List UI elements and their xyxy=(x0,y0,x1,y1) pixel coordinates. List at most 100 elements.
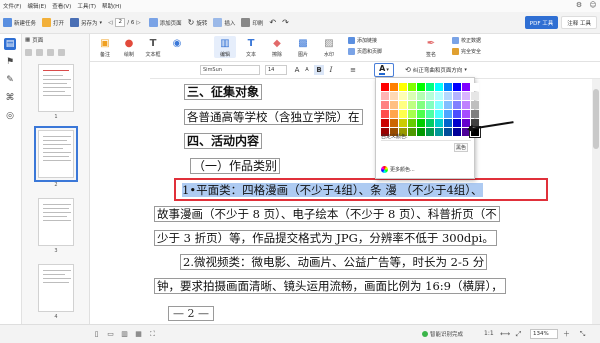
watermark-tool[interactable]: ▨ 水印 xyxy=(318,36,340,59)
thumb-tool-icon[interactable] xyxy=(36,48,43,56)
zoom-in-icon[interactable]: ＋ xyxy=(562,330,571,339)
layers-icon[interactable]: ◎ xyxy=(4,110,16,122)
italic-icon[interactable]: I xyxy=(326,65,336,75)
color-swatch[interactable] xyxy=(408,128,416,136)
thumb-tool-icon[interactable] xyxy=(58,48,65,56)
color-swatch[interactable] xyxy=(444,92,452,100)
menu-view[interactable]: 查看(V) xyxy=(52,2,71,10)
color-swatch[interactable] xyxy=(381,101,389,109)
font-grow-icon[interactable]: A xyxy=(292,65,302,75)
textbox-tool[interactable]: T 文本框 xyxy=(142,36,164,59)
next-page-icon[interactable]: ▷ xyxy=(136,20,140,26)
font-color-button[interactable]: A ▾ xyxy=(374,63,394,77)
page-thumbnail-1[interactable] xyxy=(38,64,74,112)
color-swatch[interactable] xyxy=(462,101,470,109)
color-swatch[interactable] xyxy=(444,83,452,91)
save-as-button[interactable]: 另存为 ▾ xyxy=(70,18,102,27)
fit-page-icon[interactable]: ⤢ xyxy=(514,330,523,339)
grid-view-icon[interactable]: ▦ xyxy=(134,330,143,339)
color-swatch[interactable] xyxy=(408,92,416,100)
color-swatch[interactable] xyxy=(462,110,470,118)
paragraph-applicants[interactable]: 各普通高等学校（含独立学院）在 xyxy=(184,109,363,125)
color-swatch[interactable] xyxy=(390,92,398,100)
color-swatch[interactable] xyxy=(471,110,479,118)
note-tool[interactable]: ▣ 备注 xyxy=(94,36,116,59)
attachment-icon[interactable]: ⌘ xyxy=(4,92,16,104)
menu-help[interactable]: 帮助(H) xyxy=(102,2,121,10)
color-swatch[interactable] xyxy=(444,110,452,118)
color-swatch[interactable] xyxy=(381,119,389,127)
page-thumbnail-4[interactable] xyxy=(38,264,74,312)
menu-tools[interactable]: 工具(T) xyxy=(77,2,96,10)
color-swatch[interactable] xyxy=(471,101,479,109)
color-swatch[interactable] xyxy=(417,119,425,127)
bold-icon[interactable]: B xyxy=(314,65,324,75)
fullscreen-icon[interactable]: ⛶ xyxy=(148,330,157,339)
bookmark-icon[interactable]: ⚑ xyxy=(4,56,16,68)
font-shrink-icon[interactable]: A xyxy=(302,65,312,75)
color-swatch[interactable] xyxy=(426,101,434,109)
paragraph-video-2[interactable]: 钟，要求拍摄画面清晰、镜头运用流畅，画面比例为 16:9（横屏）， xyxy=(154,278,506,294)
color-swatch[interactable] xyxy=(453,101,461,109)
user-icon[interactable]: ☺ xyxy=(589,1,597,9)
color-swatch[interactable] xyxy=(444,101,452,109)
color-swatch[interactable] xyxy=(444,128,452,136)
color-swatch[interactable] xyxy=(453,92,461,100)
paragraph-fold[interactable]: 少于 3 折页）等，作品提交格式为 JPG，分辨率不低于 300dpi。 xyxy=(154,230,497,246)
color-swatch[interactable] xyxy=(471,92,479,100)
image-tool[interactable]: ▩ 图片 xyxy=(292,36,314,59)
color-swatch[interactable] xyxy=(399,119,407,127)
zoom-select[interactable]: 134% xyxy=(530,329,558,339)
page-thumbnail-2[interactable] xyxy=(34,126,78,182)
stamp-tool[interactable]: ◉ xyxy=(166,36,188,51)
security-button[interactable]: 完全安全 xyxy=(452,48,481,55)
proofread-button[interactable]: 校正数据 xyxy=(452,37,481,44)
color-swatch[interactable] xyxy=(426,119,434,127)
color-swatch[interactable] xyxy=(426,92,434,100)
text-tool[interactable]: T 文本 xyxy=(240,36,262,59)
color-swatch[interactable] xyxy=(408,110,416,118)
color-swatch[interactable] xyxy=(435,92,443,100)
color-swatch[interactable] xyxy=(435,83,443,91)
add-link-button[interactable]: 添加链接 xyxy=(348,37,377,44)
paragraph-video[interactable]: 2.微视频类：微电影、动画片、公益广告等，时长为 2-5 分 xyxy=(180,254,488,270)
color-swatch[interactable] xyxy=(471,83,479,91)
color-swatch[interactable] xyxy=(399,110,407,118)
paragraph-story-comic[interactable]: 故事漫画（不少于 8 页）、电子绘本（不少于 8 页）、科普折页（不 xyxy=(154,206,500,222)
single-page-icon[interactable]: ▯ xyxy=(92,330,101,339)
color-swatch[interactable] xyxy=(444,119,452,127)
actual-size-button[interactable]: 1:1 xyxy=(484,330,494,337)
color-swatch[interactable] xyxy=(417,92,425,100)
font-size-select[interactable]: 14 xyxy=(265,65,287,75)
color-swatch[interactable] xyxy=(426,128,434,136)
annotate-tool-tab[interactable]: 注释 工具 xyxy=(561,16,597,29)
color-swatch[interactable] xyxy=(408,101,416,109)
color-swatch[interactable] xyxy=(453,110,461,118)
draw-tool[interactable]: ● 绘制 xyxy=(118,36,140,59)
color-swatch[interactable] xyxy=(390,119,398,127)
font-family-select[interactable]: SimSun xyxy=(200,65,260,75)
align-left-icon[interactable]: ≡ xyxy=(348,65,358,75)
color-swatch[interactable] xyxy=(453,83,461,91)
undo-icon[interactable]: ↶ xyxy=(269,18,276,27)
color-swatch[interactable] xyxy=(435,101,443,109)
color-swatch[interactable] xyxy=(435,110,443,118)
color-swatch[interactable] xyxy=(462,83,470,91)
comment-icon[interactable]: ✎ xyxy=(4,74,16,86)
scrollbar-thumb[interactable] xyxy=(593,89,599,149)
page-thumbnail-3[interactable] xyxy=(38,198,74,246)
pdf-tool-tab[interactable]: PDF 工具 xyxy=(524,16,559,29)
continuous-page-icon[interactable]: ▭ xyxy=(106,330,115,339)
color-swatch[interactable] xyxy=(399,92,407,100)
open-button[interactable]: 打开 xyxy=(42,18,64,27)
heading-collect-targets[interactable]: 三、征集对象 xyxy=(184,83,263,100)
add-page-button[interactable]: 添加页面 xyxy=(148,18,182,27)
color-swatch[interactable] xyxy=(462,92,470,100)
erase-tool[interactable]: ◆ 擦除 xyxy=(266,36,288,59)
color-swatch[interactable] xyxy=(390,83,398,91)
redo-icon[interactable]: ↷ xyxy=(282,18,289,27)
color-swatch[interactable] xyxy=(453,128,461,136)
color-swatch[interactable] xyxy=(453,119,461,127)
print-button[interactable]: 印刷 xyxy=(241,18,263,27)
heading-work-category[interactable]: （一）作品类别 xyxy=(190,157,281,174)
